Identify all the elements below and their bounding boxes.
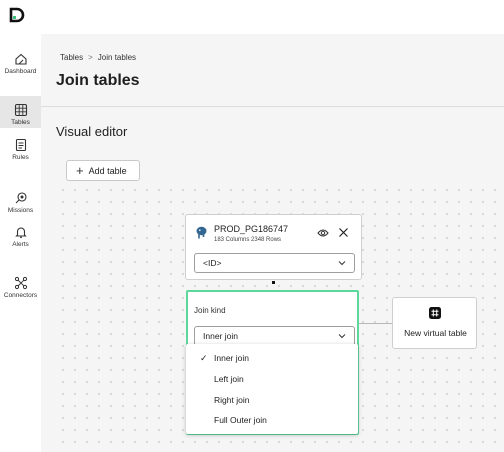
source-table-card[interactable]: PROD_PG186747 183 Columns 2348 Rows <ID> [185,214,362,280]
sidebar-item-label: Tables [11,119,30,126]
table-name: PROD_PG186747 [214,224,289,234]
breadcrumb-item-current: Join tables [97,53,137,62]
table-meta: 183 Columns 2348 Rows [214,237,282,243]
join-option-inner[interactable]: ✓ Inner join [186,348,358,369]
eye-icon[interactable] [317,228,329,238]
virtual-table-label: New virtual table [404,328,467,338]
join-kind-select[interactable]: Inner join [194,326,355,346]
connector-handle[interactable] [272,281,275,284]
virtual-table-icon [429,307,441,319]
join-option-left[interactable]: Left join [186,369,358,390]
sidebar-item-label: Missions [7,207,34,214]
sidebar-item-tables[interactable]: Tables [0,96,41,128]
join-option-right[interactable]: Right join [186,390,358,411]
postgres-icon [196,226,207,239]
join-option-full-outer[interactable]: Full Outer join [186,410,358,431]
join-option-label: Left join [214,374,244,384]
chevron-down-icon [338,261,346,266]
sidebar-item-missions[interactable]: Missions [0,191,41,217]
page-title: Join tables [56,72,140,89]
sidebar-item-dashboard[interactable]: Dashboard [0,52,41,78]
checkmark-icon: ✓ [200,353,208,363]
dashboard-icon [14,53,27,65]
key-column-value: <ID> [203,258,222,268]
join-option-label: Full Outer join [214,415,267,425]
sidebar: Dashboard Tables Rules Missions Alerts C… [0,34,41,452]
top-bar [0,0,504,34]
connection-line [359,323,392,324]
divider [41,106,504,107]
add-table-button[interactable]: + Add table [66,160,140,181]
key-column-select[interactable]: <ID> [194,253,355,273]
table-icon [14,103,27,117]
sidebar-item-connectors[interactable]: Connectors [0,276,41,302]
connectors-icon [14,276,27,290]
close-icon[interactable] [338,227,349,238]
breadcrumb-separator: > [88,53,93,62]
sidebar-item-label: Connectors [3,292,38,299]
main-content: Tables > Join tables Join tables Visual ed… [41,34,504,452]
plus-icon: + [76,163,84,178]
sidebar-item-label: Rules [12,154,29,161]
join-option-label: Right join [214,395,250,405]
sidebar-item-label: Dashboard [4,68,37,75]
section-title: Visual editor [56,124,128,139]
sidebar-item-alerts[interactable]: Alerts [0,225,41,251]
app-logo-icon[interactable] [9,7,25,23]
chevron-down-icon [338,334,346,339]
missions-icon [15,192,27,204]
sidebar-item-label: Alerts [12,241,29,248]
bell-icon [14,227,27,238]
join-kind-label: Join kind [194,306,226,315]
sidebar-item-rules[interactable]: Rules [0,138,41,164]
join-kind-dropdown: ✓ Inner join Left join Right join Full O… [186,344,358,434]
join-kind-value: Inner join [203,331,238,341]
breadcrumb-item-tables[interactable]: Tables [60,53,83,62]
breadcrumb: Tables > Join tables [60,53,136,62]
add-table-label: Add table [88,165,127,176]
virtual-table-card[interactable]: New virtual table [392,297,477,349]
join-option-label: Inner join [214,353,249,363]
rules-icon [15,138,26,152]
